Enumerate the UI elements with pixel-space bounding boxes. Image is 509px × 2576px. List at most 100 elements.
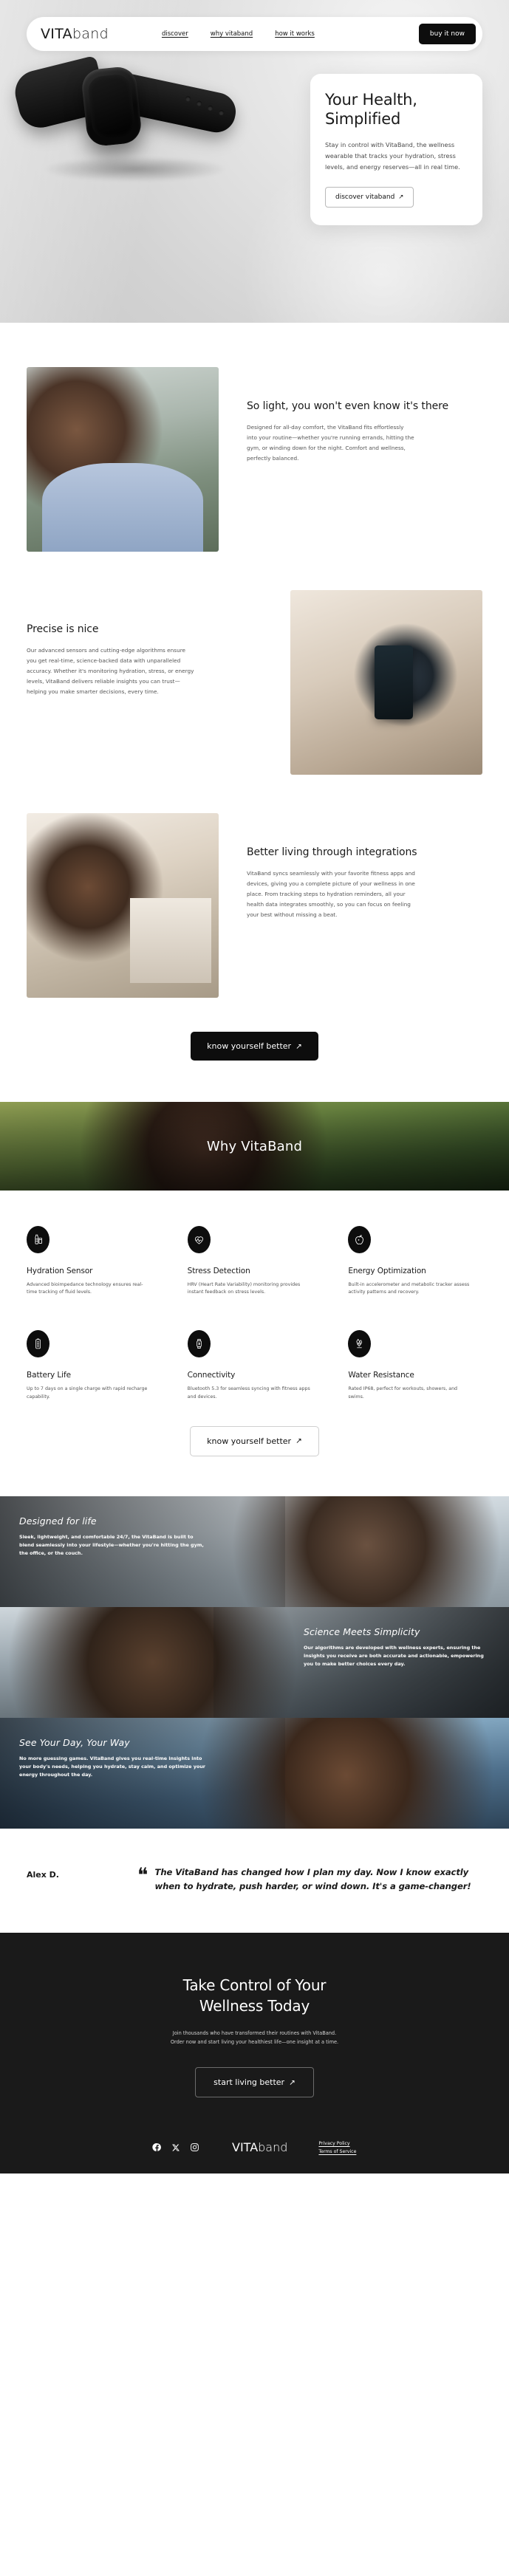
panel-body: No more guessing games. VitaBand gives y… <box>19 1755 205 1778</box>
know-yourself-better-label: know yourself better <box>207 1041 292 1051</box>
feature-body: Built-in accelerometer and metabolic tra… <box>348 1282 470 1295</box>
quote-mark-icon: ❝ <box>137 1863 148 1887</box>
panel-copy: Designed for life Sleek, lightweight, an… <box>19 1515 205 1558</box>
final-cta-title: Take Control of Your Wellness Today <box>27 1976 482 2015</box>
benefit-body: VitaBand syncs seamlessly with your favo… <box>247 870 415 919</box>
panel-designed-for-life: Designed for life Sleek, lightweight, an… <box>0 1496 509 1607</box>
benefit-row-integrations: Better living through integrations VitaB… <box>0 775 509 998</box>
final-cta-title-line-1: Take Control of Your <box>182 1976 327 1995</box>
benefit-heading: Precise is nice <box>27 623 99 635</box>
feature-title: Energy Optimization <box>348 1267 426 1275</box>
brand-logo-secondary: band <box>72 26 109 42</box>
feature-title: Water Resistance <box>348 1371 414 1380</box>
feature-body: Up to 7 days on a single charge with rap… <box>27 1386 148 1400</box>
x-twitter-icon[interactable] <box>171 2143 180 2152</box>
features-grid: Hydration Sensor Advanced bioimpedance t… <box>27 1226 482 1401</box>
hero-title: Your Health, Simplified <box>325 90 468 129</box>
feature-title: Hydration Sensor <box>27 1267 93 1275</box>
panel-body: Sleek, lightweight, and comfortable 24/7… <box>19 1533 204 1556</box>
footer-link-privacy-policy[interactable]: Privacy Policy <box>318 2141 349 2146</box>
band-screen <box>86 73 137 140</box>
nav-links: discover why vitaband how it works <box>162 30 315 38</box>
hero-title-line-2: Simplified <box>325 110 401 129</box>
feature-card-hydration-sensor: Hydration Sensor Advanced bioimpedance t… <box>27 1226 161 1296</box>
site-footer: VITAband Privacy Policy Terms of Service <box>0 2097 509 2174</box>
benefit-image-precision <box>290 590 482 775</box>
footer-row: VITAband Privacy Policy Terms of Service <box>27 2140 482 2154</box>
feature-title: Stress Detection <box>187 1267 250 1275</box>
panel-see-your-day-your-way: See Your Day, Your Way No more guessing … <box>0 1717 509 1829</box>
final-cta-title-line-2: Wellness Today <box>199 1996 310 2015</box>
why-vitaband-banner: Why VitaBand <box>0 1102 509 1191</box>
footer-brand-logo[interactable]: VITAband <box>232 2140 287 2154</box>
testimonial-quote: The VitaBand has changed how I plan my d… <box>154 1866 471 1891</box>
product-shadow <box>43 157 228 182</box>
benefit-image-lightweight <box>27 367 219 552</box>
arrow-up-right-icon: ↗ <box>296 1436 302 1446</box>
feature-body: Advanced bioimpedance technology ensures… <box>27 1282 143 1295</box>
feature-body: Bluetooth 5.3 for seamless syncing with … <box>187 1386 310 1400</box>
water-bottle-icon <box>27 1226 49 1253</box>
panel-heading: Designed for life <box>19 1515 97 1527</box>
smartwatch-bluetooth-icon <box>187 1330 211 1358</box>
nav-link-how-it-works[interactable]: how it works <box>275 30 315 38</box>
panel-heading: See Your Day, Your Way <box>19 1736 130 1748</box>
brand-logo[interactable]: VITAband <box>41 26 109 42</box>
benefits-section: So light, you won't even know it's there… <box>0 323 509 1102</box>
buy-it-now-button[interactable]: buy it now <box>418 24 476 44</box>
know-yourself-better-button-secondary[interactable]: know yourself better ↗ <box>190 1425 319 1456</box>
footer-legal-links: Privacy Policy Terms of Service <box>318 2141 356 2154</box>
know-yourself-better-label: know yourself better <box>207 1436 292 1446</box>
discover-vitaband-button[interactable]: discover vitaband ↗ <box>325 186 414 208</box>
showcase-panels: Designed for life Sleek, lightweight, an… <box>0 1496 509 1829</box>
testimonial-section: Alex D. ❝ The VitaBand has changed how I… <box>0 1828 509 1933</box>
panel-copy: Science Meets Simplicity Our algorithms … <box>304 1626 490 1668</box>
panel-body: Our algorithms are developed with wellne… <box>304 1644 484 1667</box>
final-cta-body-line-2: Order now and start living your healthie… <box>170 2038 339 2045</box>
why-vitaband-title: Why VitaBand <box>206 1138 303 1154</box>
benefit-body: Our advanced sensors and cutting-edge al… <box>27 647 194 696</box>
footer-logo-secondary: band <box>258 2140 288 2155</box>
final-cta-body-line-1: Join thousands who have transformed thei… <box>172 2029 337 2036</box>
feature-title: Battery Life <box>27 1371 71 1380</box>
final-cta-body: Join thousands who have transformed thei… <box>27 2029 482 2046</box>
testimonial-quote-row: ❝ The VitaBand has changed how I plan my… <box>137 1866 482 1894</box>
nav-link-discover[interactable]: discover <box>162 30 188 38</box>
features-cta-wrapper: know yourself better ↗ <box>27 1401 482 1489</box>
benefit-row-precision: Precise is nice Our advanced sensors and… <box>0 552 509 775</box>
hero-section: VITAband discover why vitaband how it wo… <box>0 0 509 323</box>
band-display-module <box>80 65 143 148</box>
hero-title-line-1: Your Health, <box>325 91 417 109</box>
panel-copy: See Your Day, Your Way No more guessing … <box>19 1737 205 1779</box>
hero-content-card: Your Health, Simplified Stay in control … <box>310 74 482 225</box>
benefit-copy-integrations: Better living through integrations VitaB… <box>219 813 482 920</box>
know-yourself-better-button-primary[interactable]: know yourself better ↗ <box>191 1032 318 1061</box>
feature-card-energy-optimization: Energy Optimization Built-in acceleromet… <box>348 1226 482 1296</box>
benefit-copy-precision: Precise is nice Our advanced sensors and… <box>27 590 290 697</box>
start-living-better-label: start living better <box>213 2077 285 2088</box>
benefit-heading: Better living through integrations <box>247 846 417 858</box>
benefit-image-integrations <box>27 813 219 998</box>
battery-icon <box>27 1330 49 1358</box>
hero-description: Stay in control with VitaBand, the welln… <box>325 141 460 171</box>
testimonial-author: Alex D. <box>27 1869 59 1880</box>
feature-card-stress-detection: Stress Detection HRV (Heart Rate Variabi… <box>187 1226 322 1296</box>
benefit-heading: So light, you won't even know it's there <box>247 400 448 412</box>
instagram-icon[interactable] <box>190 2142 199 2152</box>
apple-health-icon <box>348 1226 372 1253</box>
brand-logo-primary: VITA <box>41 26 72 42</box>
feature-title: Connectivity <box>187 1371 236 1380</box>
start-living-better-button[interactable]: start living better ↗ <box>195 2067 314 2098</box>
footer-logo-primary: VITA <box>232 2140 259 2155</box>
discover-vitaband-label: discover vitaband <box>335 193 395 201</box>
benefit-copy-lightweight: So light, you won't even know it's there… <box>219 367 482 464</box>
nav-link-why-vitaband[interactable]: why vitaband <box>211 30 253 38</box>
footer-link-terms-of-service[interactable]: Terms of Service <box>318 2149 356 2154</box>
heart-pulse-icon <box>187 1226 211 1253</box>
feature-card-connectivity: Connectivity Bluetooth 5.3 for seamless … <box>187 1330 322 1400</box>
arrow-up-right-icon: ↗ <box>398 193 404 201</box>
benefit-body: Designed for all-day comfort, the VitaBa… <box>247 424 414 462</box>
features-section: Hydration Sensor Advanced bioimpedance t… <box>0 1191 509 1496</box>
feature-body: HRV (Heart Rate Variability) monitoring … <box>187 1282 301 1295</box>
facebook-icon[interactable] <box>152 2142 162 2152</box>
